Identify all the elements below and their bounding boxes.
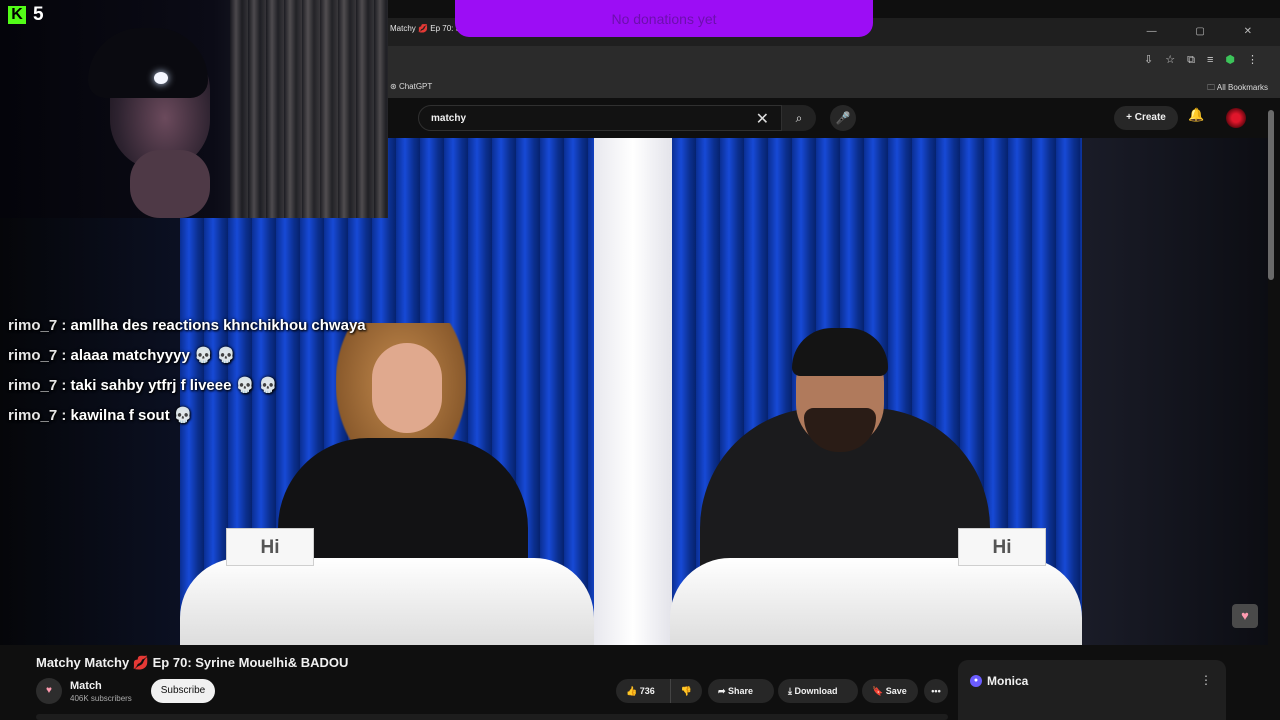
window-controls[interactable]: — ▢ ✕ — [1147, 26, 1270, 37]
save-bookmark-icon: 🔖 — [872, 686, 886, 696]
clear-search-icon[interactable]: ✕ — [756, 109, 769, 129]
webcam-curtain — [230, 0, 388, 218]
voice-search-button[interactable]: 🎤 — [830, 105, 856, 131]
youtube-header: matchy ✕ ⌕ 🎤 + Create 🔔 — [388, 98, 1268, 138]
chat-message: rimo_7 : taki sahby ytfrj f liveee 💀 💀 — [8, 371, 366, 401]
channel-avatar[interactable]: ♥ — [36, 678, 62, 704]
media-control-icon[interactable]: ≡ — [1207, 54, 1225, 66]
page-scrollbar[interactable] — [1268, 110, 1274, 280]
save-label: Save — [885, 686, 907, 696]
chat-text: amllha des reactions khnchikhou chwaya — [70, 317, 366, 334]
streamer-hand — [130, 150, 210, 218]
install-app-icon[interactable]: ⇩ — [1144, 54, 1165, 66]
chatgpt-icon: ⊛ — [390, 82, 399, 91]
plus-icon: + — [1126, 112, 1132, 123]
subscriber-count: 406K subscribers — [70, 694, 132, 703]
chat-text: kawilna f sout 💀 — [70, 407, 193, 424]
like-count: 736 — [639, 686, 655, 696]
chat-message: rimo_7 : amllha des reactions khnchikhou… — [8, 311, 366, 341]
share-button[interactable]: ➦ Share — [708, 679, 774, 703]
headlamp-light — [154, 72, 168, 84]
browser-tab[interactable]: Matchy 💋 Ep 70: Sy — [390, 24, 465, 33]
thumbs-up-icon: 👍 — [626, 686, 640, 696]
all-bookmarks-label: All Bookmarks — [1216, 83, 1268, 92]
like-button[interactable]: 👍 736 — [616, 679, 670, 703]
browser-toolbar: ⇩☆⧉≡⬢⋮ — [388, 46, 1280, 74]
name-card-right: Hi — [958, 528, 1046, 566]
extensions-icon[interactable]: ⧉ — [1187, 54, 1207, 66]
video-dark-right — [1082, 138, 1268, 645]
chat-text: taki sahby ytfrj f liveee 💀 💀 — [70, 377, 278, 394]
notifications-bell-icon[interactable]: 🔔 — [1188, 107, 1204, 123]
channel-watermark-icon[interactable]: ♥ — [1232, 604, 1258, 628]
channel-name[interactable]: Match — [70, 680, 102, 692]
chat-message: rimo_7 : alaaa matchyyyy 💀 💀 — [8, 341, 366, 371]
chat-username: rimo_7 : — [8, 377, 67, 394]
bookmarks-bar: ⊛ ChatGPT 🗀 All Bookmarks — [388, 74, 1280, 98]
dislike-button[interactable]: 👎 — [670, 679, 702, 703]
tab-title: Matchy — [390, 24, 416, 33]
bookmark-chatgpt[interactable]: ⊛ ChatGPT — [390, 82, 432, 91]
woman-body — [278, 438, 528, 578]
woman-face — [372, 343, 442, 433]
extension-shield-icon[interactable]: ⬢ — [1225, 54, 1247, 66]
microphone-icon: 🎤 — [835, 111, 851, 125]
white-divider — [594, 138, 672, 645]
browser-menu-icon[interactable]: ⋮ — [1247, 54, 1270, 66]
share-arrow-icon: ➦ — [718, 686, 729, 696]
toolbar-icons: ⇩☆⧉≡⬢⋮ — [1144, 53, 1270, 67]
account-avatar[interactable] — [1226, 108, 1246, 128]
search-button[interactable]: ⌕ — [782, 105, 816, 131]
chat-message: rimo_7 : kawilna f sout 💀 — [8, 401, 366, 431]
video-title-suffix: Ep 70: Syrine Mouelhi& BADOU — [152, 655, 349, 670]
monica-label: Monica — [987, 674, 1029, 688]
viewer-count: 5 — [33, 4, 44, 25]
save-button[interactable]: 🔖 Save — [862, 679, 918, 703]
create-label: Create — [1134, 112, 1166, 123]
create-button[interactable]: + Create — [1114, 106, 1178, 130]
chat-username: rimo_7 : — [8, 407, 67, 424]
thumbs-down-icon: 👎 — [680, 686, 693, 696]
chat-username: rimo_7 : — [8, 347, 67, 364]
download-label: Download — [794, 686, 838, 696]
description-box[interactable] — [36, 714, 948, 720]
chat-username: rimo_7 : — [8, 317, 67, 334]
lips-emoji-icon: 💋 — [418, 24, 428, 33]
subscribe-button[interactable]: Subscribe — [151, 679, 215, 703]
monica-sidepanel[interactable]: ● Monica ⋮ — [958, 660, 1226, 720]
search-value: matchy — [431, 113, 467, 124]
video-title-prefix: Matchy Matchy — [36, 655, 130, 670]
name-card-left: Hi — [226, 528, 314, 566]
lips-emoji-icon: 💋 — [132, 655, 150, 670]
streamer-webcam: K 5 — [0, 0, 388, 218]
monica-menu-icon[interactable]: ⋮ — [1200, 673, 1212, 687]
chat-text: alaaa matchyyyy 💀 💀 — [70, 347, 236, 364]
search-icon: ⌕ — [795, 111, 803, 125]
video-title: Matchy Matchy 💋 Ep 70: Syrine Mouelhi& B… — [36, 655, 348, 671]
kick-logo-icon: K — [8, 6, 26, 24]
share-label: Share — [728, 686, 754, 696]
monica-icon: ● — [970, 675, 982, 687]
streamer-hair — [88, 28, 208, 98]
table-left — [180, 558, 594, 645]
live-chat-overlay: rimo_7 : amllha des reactions khnchikhou… — [8, 311, 366, 431]
download-button[interactable]: ⤓ Download — [778, 679, 858, 703]
more-actions-button[interactable]: ••• — [924, 679, 948, 703]
folder-icon: 🗀 — [1207, 83, 1217, 92]
search-input[interactable]: matchy ✕ — [418, 105, 782, 131]
donation-banner: No donations yet — [455, 0, 873, 37]
all-bookmarks[interactable]: 🗀 All Bookmarks — [1207, 82, 1268, 96]
table-right — [670, 558, 1082, 645]
bookmark-star-icon[interactable]: ☆ — [1165, 54, 1187, 66]
bookmark-chatgpt-label: ChatGPT — [398, 82, 433, 91]
